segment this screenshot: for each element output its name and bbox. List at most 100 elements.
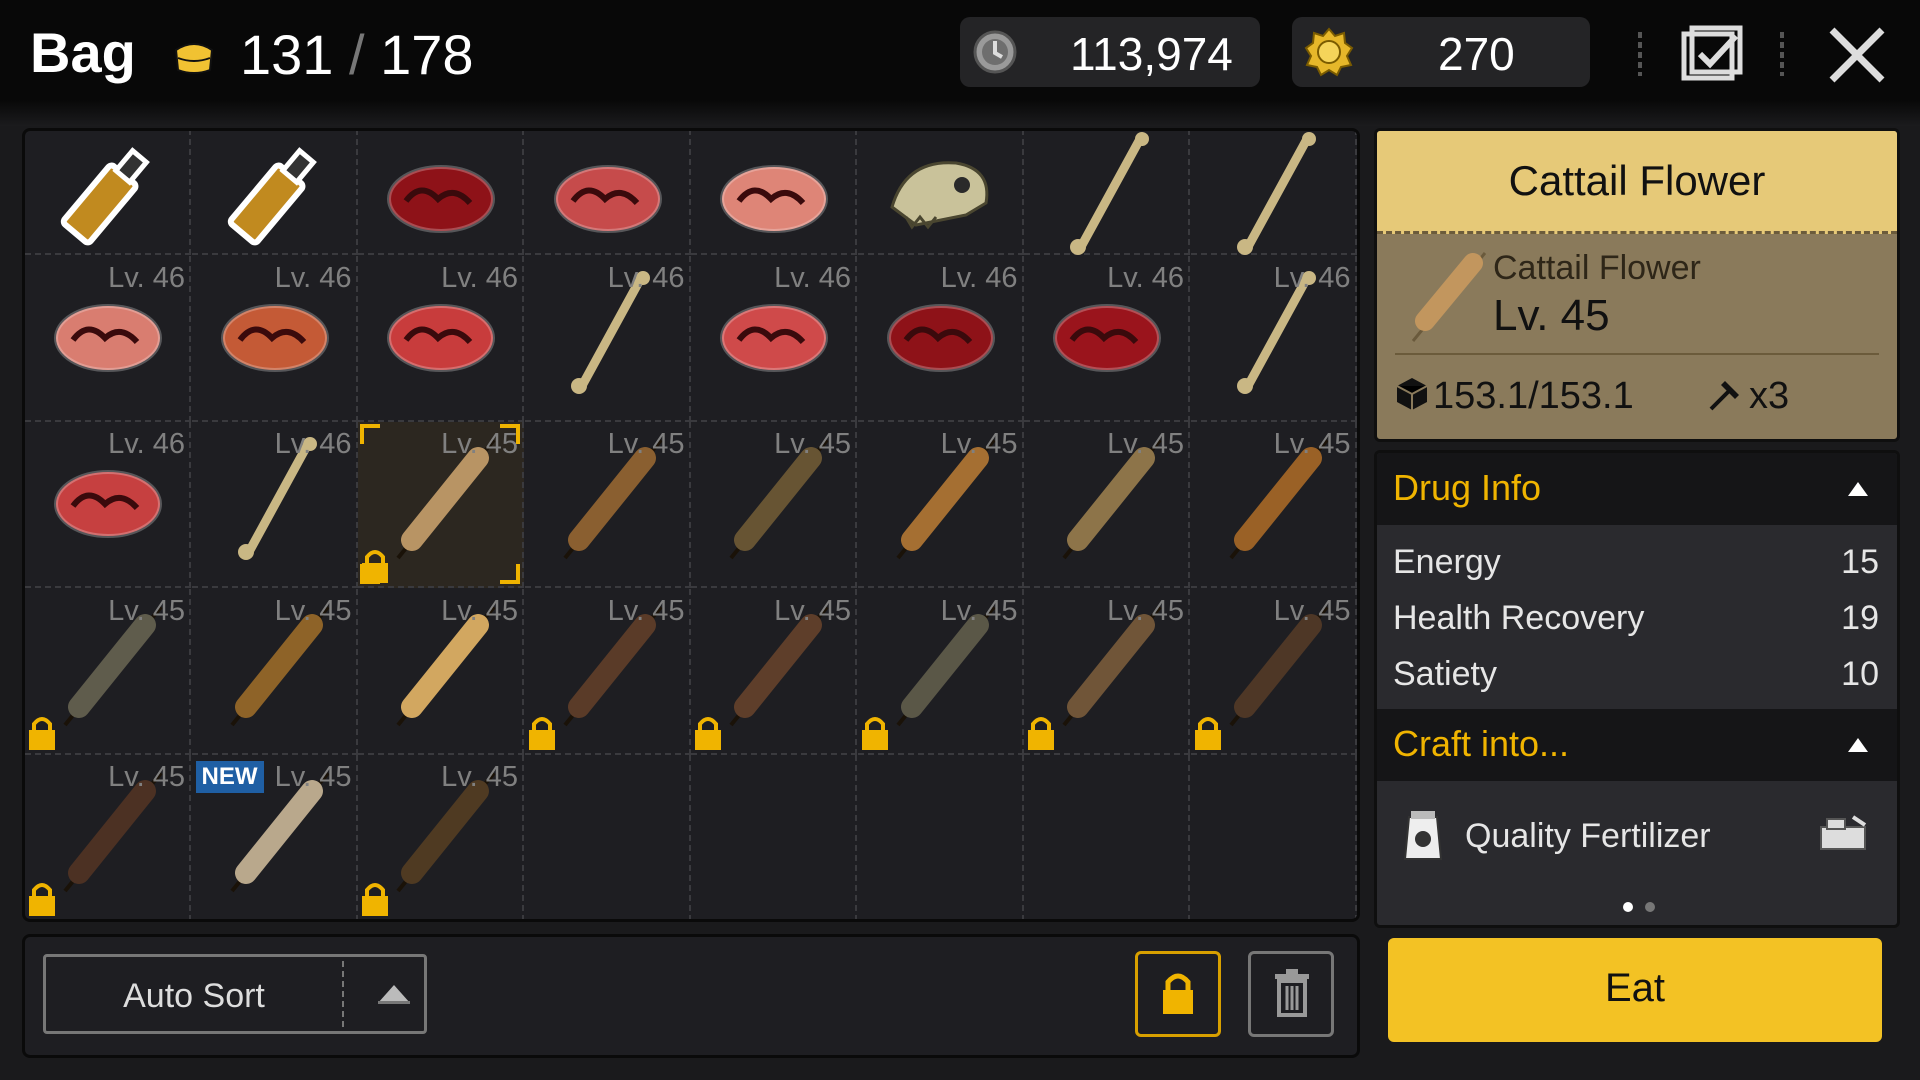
- cattail-icon: [1411, 252, 1487, 342]
- empty-slot: [858, 755, 1024, 919]
- item-info-panel: Drug Info Energy 15 Health Recovery 19 S…: [1374, 450, 1900, 928]
- workbench-icon: [1820, 815, 1867, 850]
- slot-level: Lv. 45: [441, 761, 518, 793]
- craft-item-row[interactable]: Quality Fertilizer: [1377, 795, 1897, 885]
- inventory-slot[interactable]: [25, 131, 191, 255]
- inventory-slot[interactable]: Lv. 45: [1024, 588, 1190, 755]
- slot-level: Lv. 45: [774, 428, 851, 460]
- inventory-slot[interactable]: Lv. 45 NEW: [192, 755, 358, 919]
- inventory-slot[interactable]: Lv. 46: [524, 255, 691, 422]
- craft-into-header[interactable]: Craft into...: [1377, 709, 1897, 781]
- inventory-slot[interactable]: Lv. 45: [691, 588, 857, 755]
- stat-value: 10: [1841, 655, 1879, 693]
- capacity-used: 131: [240, 23, 334, 86]
- inventory-slot[interactable]: Lv. 46: [1190, 255, 1357, 422]
- sort-options-arrow-icon[interactable]: [376, 983, 412, 1007]
- inventory-slot[interactable]: Lv. 45: [191, 588, 358, 755]
- capacity-max: 178: [380, 23, 474, 86]
- divider: [1395, 353, 1879, 355]
- slot-level: Lv. 45: [607, 594, 685, 627]
- inventory-slot[interactable]: Lv. 46: [857, 255, 1024, 422]
- hammer-icon: [1709, 381, 1739, 411]
- selection-corner: [500, 564, 520, 584]
- drug-info-header[interactable]: Drug Info: [1377, 453, 1897, 525]
- inventory-slot[interactable]: Lv. 45: [1024, 422, 1190, 588]
- inventory-slot[interactable]: Lv. 45: [25, 588, 191, 755]
- inventory-slot[interactable]: Lv. 45: [358, 755, 524, 919]
- item-weight: 153.1/153.1: [1433, 375, 1634, 417]
- weight-cube-icon: [1396, 378, 1428, 410]
- selection-corner: [360, 564, 380, 584]
- eat-button-label: Eat: [1604, 966, 1666, 1010]
- stat-value: 15: [1841, 543, 1879, 581]
- slot-level: Lv. 46: [274, 428, 352, 460]
- slot-level: Lv. 45: [1273, 428, 1351, 460]
- inventory-slot[interactable]: [1024, 131, 1190, 255]
- close-icon[interactable]: [1826, 24, 1888, 86]
- slot-level: Lv. 45: [774, 594, 851, 627]
- inventory-slot[interactable]: Lv. 45: [857, 422, 1024, 588]
- stat-energy: Energy 15: [1393, 543, 1879, 582]
- inventory-slot[interactable]: Lv. 45: [1190, 588, 1357, 755]
- inventory-slot[interactable]: Lv. 46: [1024, 255, 1190, 422]
- inventory-slot[interactable]: Lv. 45: [25, 755, 191, 919]
- drug-info-title: Drug Info: [1393, 467, 1542, 508]
- inventory-grid: Lv. 46 Lv. 46 Lv. 46 Lv. 46 Lv. 46 Lv. 46 Lv. …: [22, 128, 1360, 922]
- inventory-slot[interactable]: Lv. 46: [25, 422, 191, 588]
- inventory-slot[interactable]: Lv. 45: [524, 422, 691, 588]
- lock-icon: [860, 713, 890, 751]
- slot-level: Lv. 46: [774, 261, 851, 294]
- capacity-separator: /: [349, 23, 365, 86]
- inventory-slot[interactable]: Lv. 45: [1190, 422, 1357, 588]
- empty-slot: [525, 755, 691, 919]
- lock-icon: [693, 713, 723, 751]
- stat-value: 19: [1841, 599, 1879, 637]
- gold-currency[interactable]: 270: [1292, 17, 1590, 87]
- inventory-slot[interactable]: [1190, 131, 1357, 255]
- inventory-slot[interactable]: Lv. 46: [191, 255, 358, 422]
- inventory-slot[interactable]: Lv. 45: [857, 588, 1024, 755]
- inventory-slot[interactable]: [857, 131, 1024, 255]
- slot-level: Lv. 46: [274, 261, 352, 294]
- lock-icon: [1163, 973, 1193, 1014]
- meat-icon: [376, 131, 506, 259]
- collapse-arrow-icon[interactable]: [1847, 481, 1869, 497]
- multi-select-icon[interactable]: [1678, 24, 1748, 86]
- auto-sort-button[interactable]: Auto Sort: [43, 954, 427, 1034]
- silver-amount: 113,974: [1070, 28, 1233, 80]
- slot-level: Lv. 45: [1107, 594, 1184, 627]
- stat-label: Satiety: [1393, 655, 1497, 693]
- item-detail-header: Cattail Flower: [1377, 131, 1897, 234]
- gold-amount: 270: [1438, 28, 1515, 80]
- discard-button[interactable]: [1248, 951, 1334, 1037]
- slot-level: Lv. 45: [607, 428, 685, 460]
- eat-button[interactable]: Eat: [1388, 938, 1882, 1042]
- inventory-slot[interactable]: Lv. 45: [358, 588, 524, 755]
- inventory-slot[interactable]: Lv. 45: [524, 588, 691, 755]
- inventory-slot[interactable]: [191, 131, 358, 255]
- page-dot-active[interactable]: [1623, 902, 1633, 912]
- stat-label: Energy: [1393, 543, 1501, 581]
- inventory-slot[interactable]: Lv. 45: [691, 422, 857, 588]
- inventory-slot[interactable]: Lv. 46: [691, 255, 857, 422]
- lock-items-button[interactable]: [1135, 951, 1221, 1037]
- inventory-slot[interactable]: [358, 131, 524, 255]
- inventory-slot[interactable]: [524, 131, 691, 255]
- silver-currency[interactable]: 113,974: [960, 17, 1260, 87]
- slot-level: Lv. 45: [274, 594, 352, 627]
- inventory-slot[interactable]: Lv. 46: [25, 255, 191, 422]
- item-level: Lv. 45: [1493, 291, 1610, 340]
- stat-health-recovery: Health Recovery 19: [1393, 599, 1879, 638]
- inventory-slot[interactable]: Lv. 46: [191, 422, 358, 588]
- inventory-slot[interactable]: Lv. 46: [358, 255, 524, 422]
- inventory-slot[interactable]: [691, 131, 857, 255]
- page-dot[interactable]: [1645, 902, 1655, 912]
- slot-level: Lv. 45: [108, 761, 185, 793]
- slot-level: Lv. 45: [940, 428, 1018, 460]
- divider: [1780, 32, 1784, 76]
- slot-level: Lv. 46: [441, 261, 518, 294]
- slot-level: Lv. 46: [1107, 261, 1184, 294]
- collapse-arrow-icon[interactable]: [1847, 737, 1869, 753]
- empty-slot: [1024, 755, 1190, 919]
- inventory-slot[interactable]: Lv. 45: [358, 422, 524, 588]
